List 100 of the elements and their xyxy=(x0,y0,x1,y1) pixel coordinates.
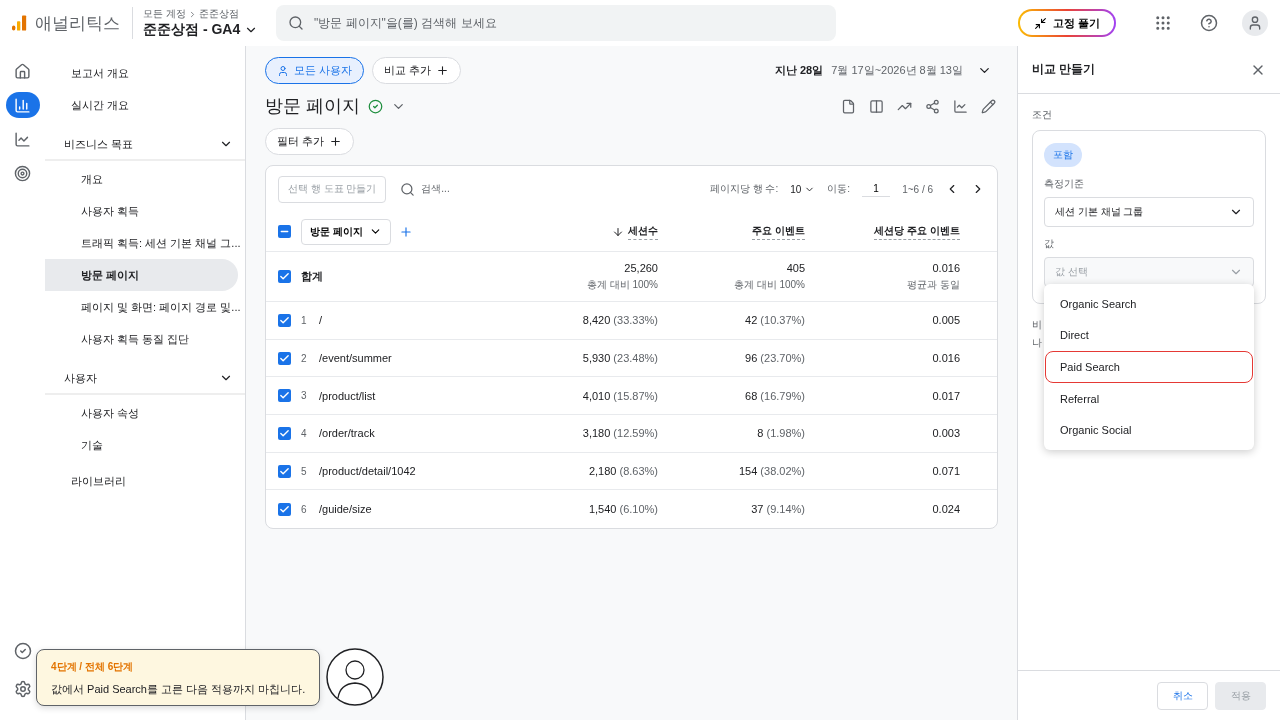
check-icon xyxy=(279,271,290,282)
row-checkbox[interactable] xyxy=(278,502,291,516)
plus-icon xyxy=(436,64,450,77)
sidebar-item[interactable]: 사용자 획득 xyxy=(45,195,238,227)
row-checkbox[interactable] xyxy=(278,464,291,478)
row-checkbox[interactable] xyxy=(278,270,291,283)
table-cell: 0.024 xyxy=(932,503,960,516)
column-header[interactable]: 주요 이벤트 xyxy=(752,223,805,240)
sidebar-item[interactable]: 기술 xyxy=(45,429,238,461)
row-checkbox[interactable] xyxy=(278,426,291,440)
menu-option[interactable]: Organic Search xyxy=(1045,288,1253,320)
page-path: /product/list xyxy=(319,389,376,402)
sidebar-item[interactable]: 사용자 획득 동질 집단 xyxy=(45,323,238,355)
table-cell: 3,180 (12.59%) xyxy=(582,427,658,440)
row-checkbox[interactable] xyxy=(278,389,291,403)
table-cell: 1,540 (6.10%) xyxy=(588,503,658,516)
table-cell: 154 (38.02%) xyxy=(738,465,805,478)
note-text: 나 xyxy=(1032,336,1042,350)
include-chip[interactable]: 포함 xyxy=(1044,143,1082,167)
section-label: 조건 xyxy=(1032,108,1053,122)
total-value: 0.016 xyxy=(932,261,960,274)
breadcrumb-link[interactable]: 모든 계정 xyxy=(143,7,186,21)
table-cell: 0.071 xyxy=(932,465,960,478)
row-number: 6 xyxy=(301,503,308,515)
page-path: /guide/size xyxy=(319,503,372,516)
sidebar-item[interactable]: 사용자 속성 xyxy=(45,397,238,429)
breadcrumb-link[interactable]: 준준상점 xyxy=(198,7,239,21)
select-all-checkbox[interactable] xyxy=(278,225,291,238)
row-checkbox[interactable] xyxy=(278,351,291,365)
sidebar-section[interactable]: 비즈니스 목표 xyxy=(45,129,245,161)
table-cell: 37 (9.14%) xyxy=(751,503,805,516)
check-icon xyxy=(279,503,290,515)
add-comparison-button[interactable]: 비교 추가 xyxy=(372,57,462,84)
check-circle-icon xyxy=(368,98,383,114)
row-number: 3 xyxy=(301,390,308,402)
goto-label: 이동: xyxy=(827,182,851,196)
total-note: 총계 대비 100% xyxy=(733,277,805,292)
rows-per-page-label: 페이지당 행 수: xyxy=(709,182,779,196)
table-cell: 4,010 (15.87%) xyxy=(582,389,658,402)
sidebar-item[interactable]: 방문 페이지 xyxy=(45,259,238,291)
total-value: 405 xyxy=(786,261,805,274)
note-text: 비 xyxy=(1032,318,1042,332)
table-search-field[interactable]: 검색... xyxy=(421,182,450,196)
segment-chip[interactable]: 모든 사용자 xyxy=(265,57,365,84)
dimension-selector[interactable]: 방문 페이지 xyxy=(301,218,391,245)
bar-chart-icon[interactable] xyxy=(5,92,40,118)
column-header[interactable]: 세션수 xyxy=(628,223,658,240)
search-icon xyxy=(400,181,416,197)
columns-icon[interactable] xyxy=(869,98,884,114)
brand-name: 애널리틱스 xyxy=(35,12,120,35)
row-checkbox[interactable] xyxy=(278,313,291,327)
menu-option[interactable]: Organic Social xyxy=(1045,414,1253,446)
menu-option[interactable]: Direct xyxy=(1045,319,1253,352)
menu-option[interactable]: Paid Search xyxy=(1045,351,1253,383)
menu-option[interactable]: Referral xyxy=(1045,382,1253,415)
page-input[interactable]: 1 xyxy=(862,181,891,197)
check-icon xyxy=(279,465,290,477)
table-cell: 96 (23.70%) xyxy=(745,352,805,365)
table-cell: 0.003 xyxy=(932,427,960,440)
add-filter-button[interactable]: 필터 추가 xyxy=(265,128,355,155)
edit-icon[interactable] xyxy=(981,98,996,114)
sidebar-item[interactable]: 라이브러리 xyxy=(45,465,238,497)
table-cell: 5,930 (23.48%) xyxy=(582,352,658,365)
rows-per-page-select[interactable]: 10 xyxy=(790,183,816,195)
property-selector[interactable]: 준준상점 - GA4 xyxy=(143,21,262,39)
guide-avatar xyxy=(326,648,385,706)
row-number: 4 xyxy=(301,427,308,439)
field-label: 값 xyxy=(1044,237,1055,251)
sidebar-item[interactable]: 보고서 개요 xyxy=(45,57,238,89)
sidebar-item[interactable]: 실시간 개요 xyxy=(45,89,238,121)
row-number: 5 xyxy=(301,465,308,477)
dimension-select[interactable]: 세션 기본 채널 그룹 xyxy=(1044,197,1254,227)
column-header[interactable]: 세션당 주요 이벤트 xyxy=(874,223,960,240)
sidebar-item[interactable]: 페이지 및 화면: 페이지 경로 및... xyxy=(45,291,238,323)
sidebar-item[interactable]: 개요 xyxy=(45,163,238,195)
collapse-arrows-icon xyxy=(1033,16,1047,30)
sidebar-item[interactable]: 트래픽 획득: 세션 기본 채널 그... xyxy=(45,227,238,259)
sidebar-section[interactable]: 사용자 xyxy=(45,363,245,395)
field-label: 측정기준 xyxy=(1044,177,1085,191)
logo-icon xyxy=(12,14,27,32)
table-cell: 42 (10.37%) xyxy=(745,314,805,327)
search-icon xyxy=(288,15,304,31)
table-cell: 0.005 xyxy=(932,314,960,327)
page-path: / xyxy=(319,314,323,327)
document-icon[interactable] xyxy=(841,98,856,114)
person-icon xyxy=(277,64,289,77)
table-cell: 8 (1.98%) xyxy=(757,427,805,440)
table-cell: 0.016 xyxy=(932,352,960,365)
check-icon xyxy=(279,427,290,439)
plus-icon xyxy=(329,135,343,148)
date-range[interactable]: 7월 17일~2026년 8월 13일 xyxy=(831,63,963,78)
panel-title: 비교 만들기 xyxy=(1032,61,1096,78)
guide-message: 값에서 Paid Search를 고른 다음 적용까지 마칩니다. xyxy=(51,681,306,697)
account-avatar[interactable] xyxy=(1242,10,1268,36)
step-label: 4단계 / 전체 6단계 xyxy=(51,659,135,674)
chart-icon[interactable] xyxy=(953,98,968,114)
row-number: 2 xyxy=(301,352,308,364)
cancel-button[interactable]: 취소 xyxy=(1157,681,1208,710)
search-field[interactable]: "방문 페이지"을(를) 검색해 보세요 xyxy=(276,5,836,41)
share-icon[interactable] xyxy=(925,98,940,114)
